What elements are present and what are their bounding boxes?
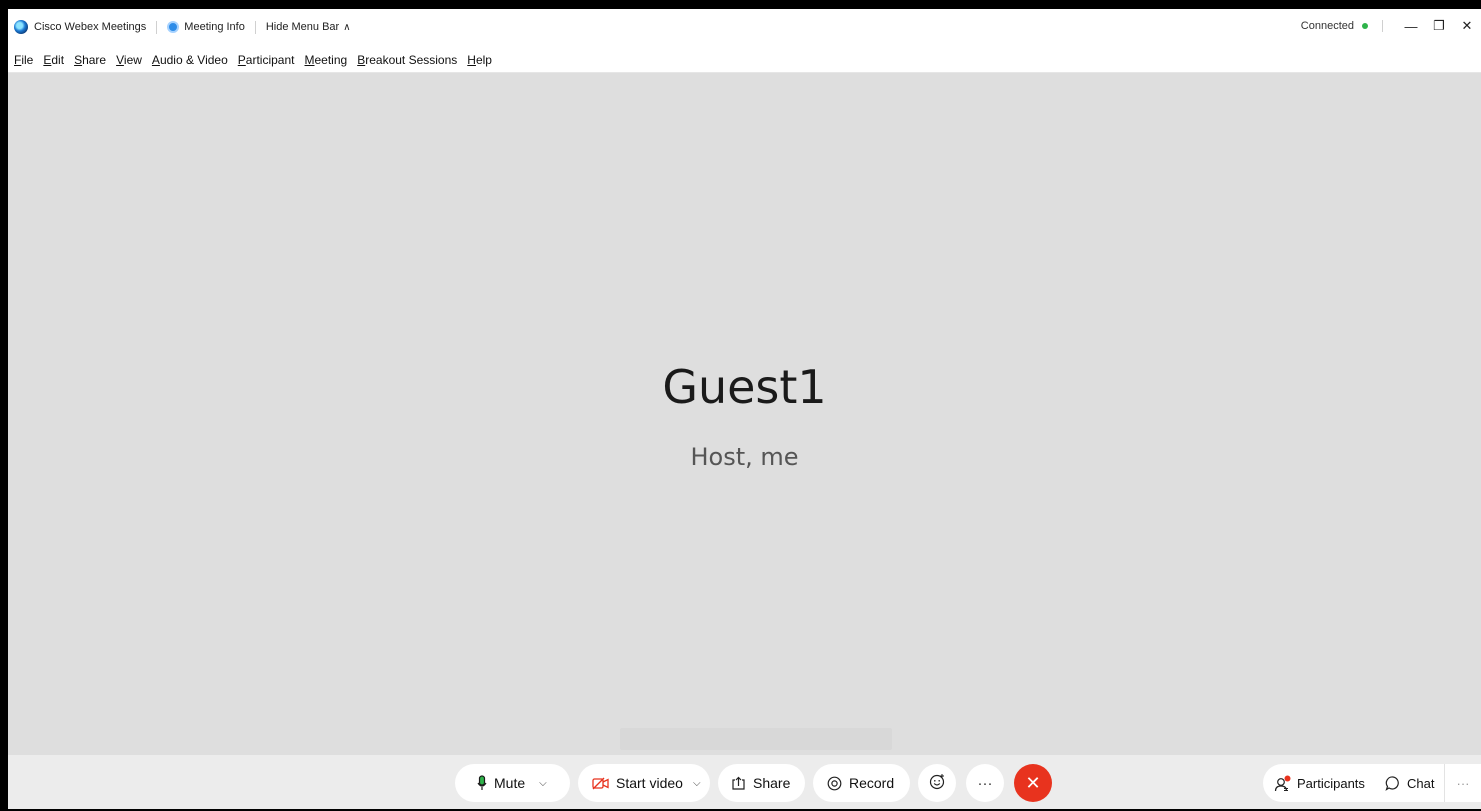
emoji-icon <box>929 773 946 794</box>
more-panels-label: ··· <box>1456 775 1470 791</box>
menu-breakout-sessions[interactable]: Breakout Sessions <box>357 53 457 67</box>
menu-help[interactable]: Help <box>467 53 492 67</box>
close-window-button[interactable]: ✕ <box>1453 18 1481 34</box>
divider <box>156 20 158 34</box>
more-panels-button[interactable]: ··· <box>1444 764 1481 802</box>
menu-file[interactable]: File <box>14 53 33 67</box>
divider <box>1382 20 1383 32</box>
divider <box>254 20 256 34</box>
chevron-down-icon[interactable]: ⌵ <box>539 778 547 789</box>
menu-meeting[interactable]: Meeting <box>305 53 348 67</box>
microphone-icon <box>477 775 487 791</box>
reactions-button[interactable] <box>918 764 956 802</box>
app-name: Cisco Webex Meetings <box>34 21 147 33</box>
start-video-label: Start video <box>616 775 683 791</box>
menu-audio-video[interactable]: Audio & Video <box>152 53 228 67</box>
menu-share[interactable]: Share <box>74 53 106 67</box>
close-icon: ✕ <box>1025 772 1041 793</box>
menu-view[interactable]: View <box>116 53 142 67</box>
webex-logo-icon <box>14 20 28 34</box>
hide-menu-bar-button[interactable]: Hide Menu Bar <box>266 21 339 33</box>
participant-name: Guest1 <box>662 360 827 414</box>
more-options-button[interactable]: ··· <box>966 764 1004 802</box>
menu-participant[interactable]: Participant <box>238 53 295 67</box>
leave-meeting-button[interactable]: ✕ <box>1014 764 1052 802</box>
menu-edit[interactable]: Edit <box>43 53 64 67</box>
participants-label: Participants <box>1297 775 1365 791</box>
record-button[interactable]: Record <box>813 764 910 802</box>
menu-bar: File Edit Share View Audio & Video Parti… <box>8 47 1481 73</box>
connection-status: Connected <box>1300 20 1354 32</box>
mute-button[interactable]: Mute ⌵ <box>455 764 570 802</box>
meeting-info-icon[interactable] <box>167 21 180 33</box>
meeting-stage: Guest1 Host, me <box>8 73 1481 755</box>
minimize-button[interactable]: — <box>1397 19 1425 34</box>
title-bar-left: Cisco Webex Meetings Meeting Info Hide M… <box>14 20 351 34</box>
connected-dot-icon <box>1362 23 1368 29</box>
stage-hint-area <box>620 728 892 750</box>
restore-button[interactable]: ❐ <box>1425 18 1453 34</box>
more-label: ··· <box>977 774 993 792</box>
title-bar: Cisco Webex Meetings Meeting Info Hide M… <box>8 9 1481 47</box>
chat-bubble-icon <box>1385 775 1401 791</box>
mute-label: Mute <box>494 775 526 791</box>
control-bar: Mute ⌵ Start video ⌵ Share Record ··· ✕ … <box>8 755 1481 809</box>
chat-button[interactable]: Chat <box>1376 764 1444 802</box>
participants-icon <box>1274 775 1293 792</box>
title-bar-right: Connected — ❐ ✕ <box>1301 18 1481 34</box>
meeting-info-button[interactable]: Meeting Info <box>184 21 245 33</box>
webex-window: Cisco Webex Meetings Meeting Info Hide M… <box>8 9 1481 809</box>
record-icon <box>827 776 842 791</box>
share-icon <box>731 776 746 791</box>
chevron-up-icon[interactable]: ∧ <box>343 22 350 33</box>
start-video-button[interactable]: Start video ⌵ <box>578 764 710 802</box>
chevron-down-icon[interactable]: ⌵ <box>693 778 701 789</box>
share-button[interactable]: Share <box>718 764 805 802</box>
participant-role: Host, me <box>690 443 799 471</box>
participants-button[interactable]: Participants <box>1263 764 1376 802</box>
video-off-icon <box>592 777 609 790</box>
chat-label: Chat <box>1407 775 1435 791</box>
record-label: Record <box>849 775 895 791</box>
share-label: Share <box>753 775 791 791</box>
